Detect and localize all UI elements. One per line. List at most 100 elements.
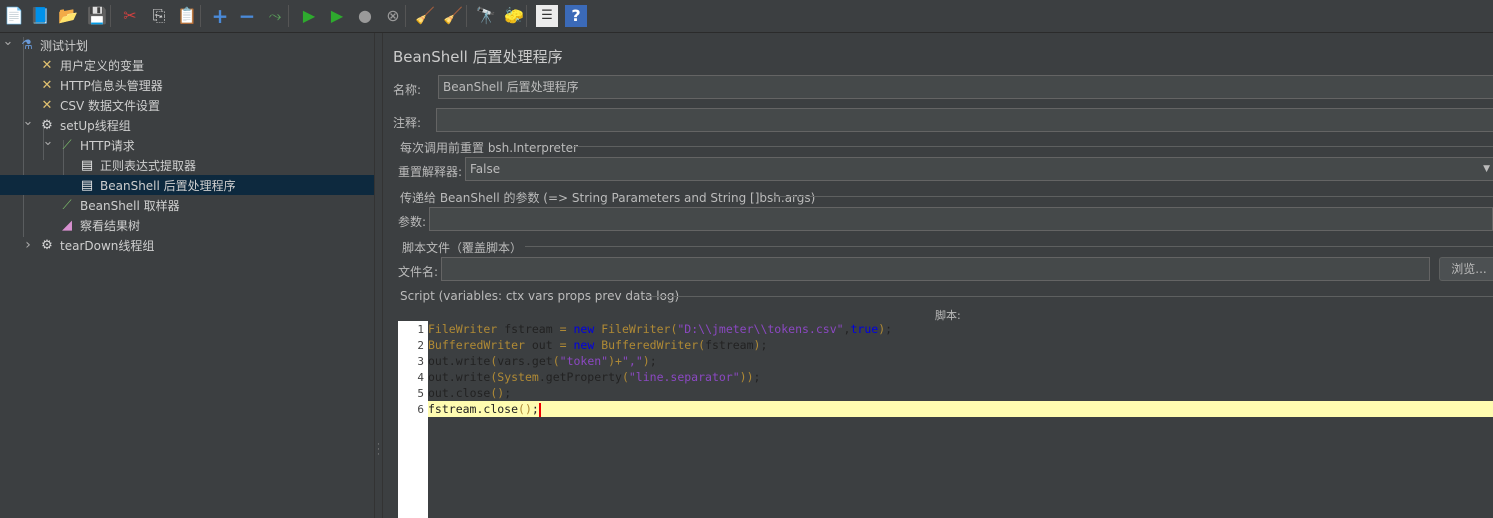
toolbar: 📄 📘 📂 💾 ✂ ⎘ 📋 + − ⤳ ▶ ▶ ● ⊗ 🧹 🧹 🔭 🧽 ☰? [0,0,1493,33]
script-code-area[interactable]: FileWriter fstream = new FileWriter("D:\… [428,321,1493,518]
expand-icon[interactable]: + [209,5,231,27]
clear-all-icon[interactable]: 🧹 [442,5,464,27]
stop-icon[interactable]: ● [354,5,376,27]
line-number: 3 [417,355,424,368]
code-line[interactable]: out.write(System.getProperty("line.separ… [428,369,1493,385]
chevron-right-icon[interactable]: › [22,235,34,255]
collapse-icon[interactable]: − [236,5,258,27]
paste-icon[interactable]: 📋 [176,5,198,27]
copy-icon[interactable]: ⎘ [148,5,170,27]
file-section-title: 脚本文件（覆盖脚本） [402,241,523,255]
flask-icon: ⚗ [21,37,33,53]
wrench-icon: ✕ [41,97,53,113]
script-doc-icon: ▤ [80,157,94,173]
tree-item[interactable]: ▤ BeanShell 后置处理程序 [0,175,374,195]
line-number: 5 [417,387,424,400]
chevron-down-icon[interactable]: ⌄ [22,111,34,131]
comment-input[interactable] [436,108,1493,132]
tree-item-label: CSV 数据文件设置 [60,98,161,113]
start-icon[interactable]: ▶ [298,5,320,27]
line-number: 2 [417,339,424,352]
script-section-title: Script (variables: ctx vars props prev d… [400,289,680,303]
tree-item-label: HTTP信息头管理器 [60,78,163,93]
reset-interpreter-value: False [470,162,501,176]
tree-item[interactable]: › ⚙ tearDown线程组 [0,235,374,255]
params-input[interactable] [429,207,1493,231]
code-line-current[interactable]: fstream.close(); [428,401,1493,417]
gear-icon: ⚙ [41,237,53,253]
code-line[interactable]: BufferedWriter out = new BufferedWriter(… [428,337,1493,353]
wrench-icon: ✕ [41,77,53,93]
reset-search-icon[interactable]: 🧽 [503,5,525,27]
test-plan-tree[interactable]: ⌄ ⚗ 测试计划 ✕ 用户定义的变量 ✕ HTTP信息头管理器 ✕ CSV 数据文件设置 ⌄ ⚙ se… [0,33,374,518]
tree-item-label: BeanShell 取样器 [80,198,180,213]
tree-item-label: 正则表达式提取器 [100,158,197,173]
pipette-icon: ⟋ [62,137,72,153]
code-line[interactable]: FileWriter fstream = new FileWriter("D:\… [428,321,1493,337]
tree-item-label: BeanShell 后置处理程序 [100,178,236,193]
tree-item-label: 察看结果树 [80,218,141,233]
clear-icon[interactable]: 🧹 [414,5,436,27]
script-section-line [643,296,1493,297]
tree-item[interactable]: ✕ CSV 数据文件设置 [0,95,374,115]
code-line[interactable]: out.close(); [428,385,1493,401]
tree-item[interactable]: ⌄ ⟋ HTTP请求 [0,134,374,155]
reset-interpreter-label: 重置解释器: [398,165,463,179]
cut-icon[interactable]: ✂ [119,5,141,27]
tree-item[interactable]: ✕ 用户定义的变量 [0,55,374,75]
toolbar-separator [200,5,201,27]
filename-input[interactable] [441,257,1430,281]
divider-grip-icon[interactable]: · · · [377,441,381,460]
open-icon[interactable]: 📂 [57,5,79,27]
tree-item-label: setUp线程组 [60,118,131,133]
toolbar-separator [466,5,467,27]
pipette-icon: ⟋ [62,197,72,213]
script-editor[interactable]: 1 2 3 4 5 6 FileWriter fstream = new FileWrit… [398,321,1493,518]
line-number-gutter: 1 2 3 4 5 6 [398,321,428,518]
code-line[interactable]: out.write(vars.get("token")+","); [428,353,1493,369]
script-doc-icon: ▤ [80,177,94,193]
shutdown-icon[interactable]: ⊗ [382,5,404,27]
search-icon[interactable]: 🔭 [475,5,497,27]
line-number: 6 [417,403,424,416]
tree-item[interactable]: ⌄ ⚗ 测试计划 [0,34,374,55]
file-section-line [525,246,1493,247]
tree-item-label: 测试计划 [40,38,89,53]
templates-icon[interactable]: 📘 [29,5,51,27]
name-input[interactable]: BeanShell 后置处理程序 [438,75,1493,99]
chevron-down-icon[interactable]: ▼ [1483,158,1490,180]
save-icon[interactable]: 💾 [86,5,108,27]
toolbar-separator [526,5,527,27]
tree-item-label: 用户定义的变量 [60,58,145,73]
beanshell-postprocessor-panel: BeanShell 后置处理程序 名称: BeanShell 后置处理程序 注释… [383,33,1493,518]
function-helper-icon[interactable]: ☰ [536,5,558,27]
tree-item[interactable]: ✕ HTTP信息头管理器 [0,75,374,95]
help-icon[interactable]: ? [565,5,587,27]
chevron-down-icon[interactable]: ⌄ [2,31,14,51]
new-icon[interactable]: 📄 [3,5,25,27]
chart-icon: ◢ [62,217,72,233]
chevron-down-icon[interactable]: ⌄ [42,131,54,151]
tree-item[interactable]: ▤ 正则表达式提取器 [0,155,374,175]
tree-item[interactable]: ⟋ BeanShell 取样器 [0,195,374,215]
start-no-pause-icon[interactable]: ▶ [326,5,348,27]
reset-interpreter-select[interactable]: False ▼ [465,157,1493,181]
split-divider[interactable]: · · · [374,33,383,518]
tree-item[interactable]: ⌄ ⚙ setUp线程组 [0,114,374,135]
tree-item-label: tearDown线程组 [60,238,155,253]
browse-button[interactable]: 浏览... [1439,257,1493,281]
name-label: 名称: [393,83,422,97]
wrench-icon: ✕ [41,57,53,73]
comment-label: 注释: [393,116,422,130]
line-number: 4 [417,371,424,384]
line-number: 1 [417,323,424,336]
filename-label: 文件名: [398,265,439,279]
tree-item-label: HTTP请求 [80,138,135,153]
params-section-title: 传递给 BeanShell 的参数 (=> String Parameters … [400,191,816,205]
page-title: BeanShell 后置处理程序 [393,48,563,66]
toolbar-separator [110,5,111,27]
params-section-line [773,196,1493,197]
reset-section-title: 每次调用前重置 bsh.Interpreter [400,141,578,155]
tree-item[interactable]: ◢ 察看结果树 [0,215,374,235]
toggle-icon[interactable]: ⤳ [264,5,286,27]
